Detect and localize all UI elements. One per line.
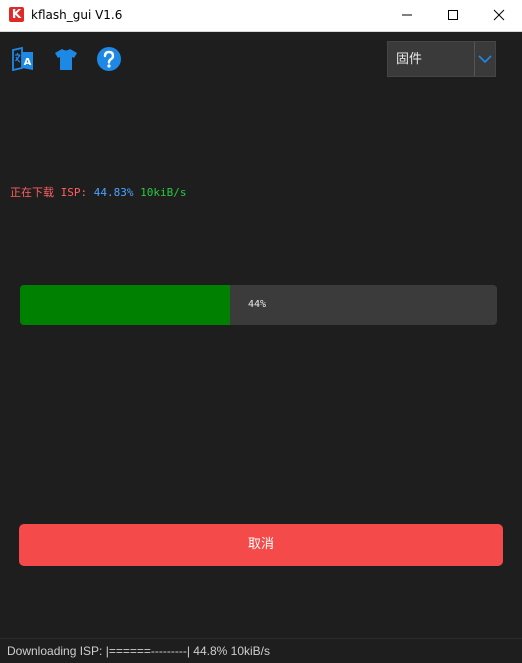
dropdown-selected-value: 固件: [396, 52, 423, 67]
maximize-icon: [448, 10, 458, 20]
status-percent: 44.83%: [93, 186, 134, 199]
tshirt-icon[interactable]: [53, 46, 79, 72]
close-button[interactable]: [476, 0, 522, 31]
status-bar-text: Downloading ISP: |======---------| 44.8%…: [7, 644, 271, 658]
window-title: kflash_gui V1.6: [31, 8, 123, 22]
progress-fill: [20, 285, 230, 325]
dropdown-toggle[interactable]: [474, 42, 495, 76]
minimize-icon: [402, 14, 412, 16]
title-bar: K kflash_gui V1.6: [0, 0, 522, 32]
status-speed: 10kiB/s: [140, 186, 187, 199]
download-status: 正在下载 ISP: 44.83% 10kiB/s: [10, 186, 186, 200]
status-downloading-text: 正在下载: [10, 186, 54, 199]
status-bar: Downloading ISP: |======---------| 44.8%…: [0, 638, 522, 663]
mode-dropdown[interactable]: 固件: [387, 41, 496, 77]
chevron-down-icon: [478, 55, 492, 64]
cancel-button[interactable]: 取消: [19, 524, 503, 566]
download-progress-bar: 44%: [20, 285, 497, 325]
svg-text:A: A: [24, 57, 32, 68]
minimize-button[interactable]: [384, 0, 430, 31]
close-icon: [493, 9, 505, 21]
translate-icon[interactable]: A: [10, 46, 36, 72]
maximize-button[interactable]: [430, 0, 476, 31]
help-icon[interactable]: [96, 46, 122, 72]
app-logo-icon: K: [9, 7, 24, 22]
progress-label: 44%: [248, 299, 267, 310]
status-isp-label: ISP:: [60, 186, 88, 199]
